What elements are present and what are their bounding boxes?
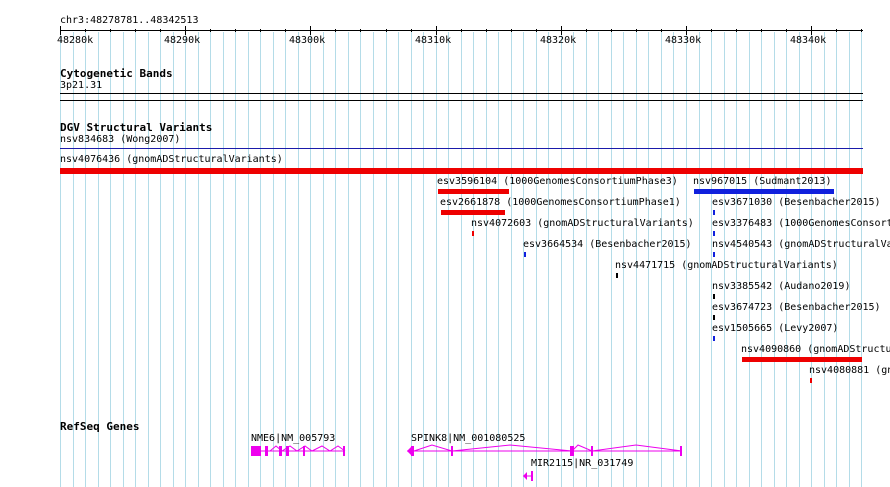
gene-nme6[interactable]	[251, 445, 346, 456]
genome-browser-panel[interactable]: chr3:48278781..48342513 48280k 48290k 4830…	[0, 0, 890, 487]
gene-mir2115[interactable]	[523, 471, 533, 481]
refseq-gene-models[interactable]	[0, 0, 890, 487]
gene-spink8[interactable]	[407, 444, 683, 456]
